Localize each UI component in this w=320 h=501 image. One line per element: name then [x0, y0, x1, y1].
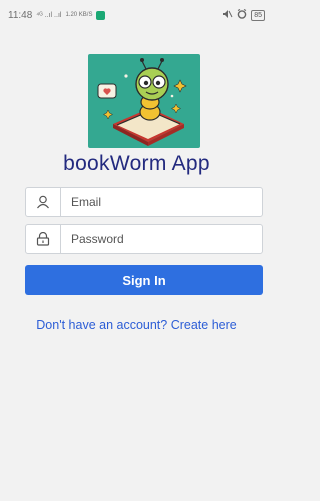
email-input[interactable]: [61, 194, 253, 210]
network-indicator: ⁴ᴳ ..ıl ..ıl: [36, 11, 62, 19]
status-bar-left: 11:48 ⁴ᴳ ..ıl ..ıl 1.20 KB/S: [8, 9, 106, 21]
user-icon: [26, 188, 61, 216]
status-bar-right: 85: [222, 8, 265, 22]
notification-icon: [96, 10, 106, 20]
email-field[interactable]: [25, 187, 263, 217]
password-field[interactable]: [25, 224, 263, 254]
mute-icon: [222, 9, 233, 22]
app-logo: [88, 54, 200, 148]
battery-icon: 85: [251, 9, 265, 21]
alarm-icon: [237, 8, 247, 22]
create-account-link[interactable]: Don't have an account? Create here: [0, 318, 273, 332]
status-bar: 11:48 ⁴ᴳ ..ıl ..ıl 1.20 KB/S 85: [0, 0, 273, 30]
lock-icon: [26, 225, 61, 253]
network-speed: 1.20 KB/S: [65, 12, 93, 18]
password-input[interactable]: [61, 231, 253, 247]
app-title: bookWorm App: [63, 152, 210, 175]
sign-in-button[interactable]: Sign In: [25, 265, 263, 295]
status-time: 11:48: [8, 9, 33, 21]
